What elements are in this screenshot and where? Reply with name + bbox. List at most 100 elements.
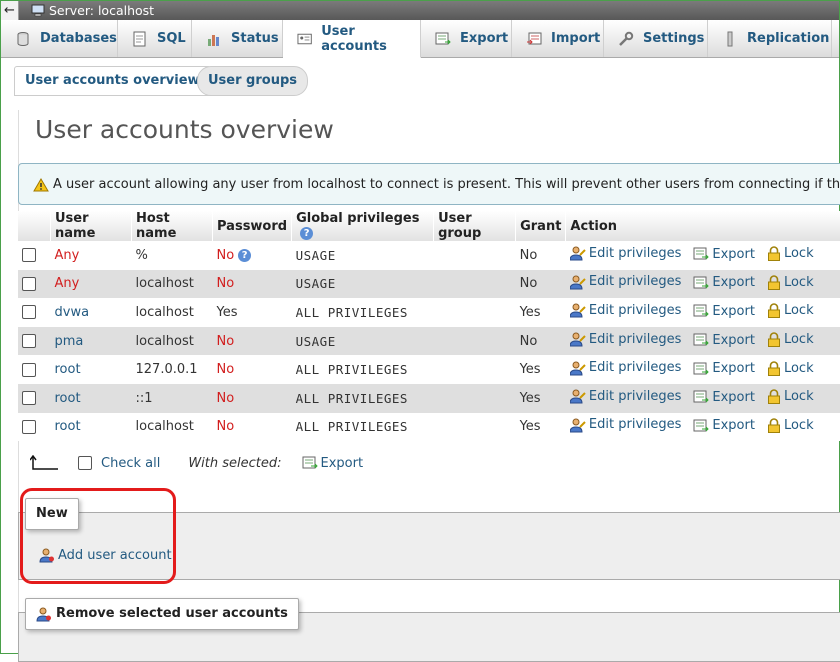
user-name-link[interactable]: Any [55, 276, 80, 291]
row-checkbox[interactable] [22, 391, 36, 406]
export-icon [693, 362, 710, 375]
export-user-link[interactable]: Export [693, 361, 755, 376]
check-all-checkbox[interactable] [78, 456, 92, 470]
edit-privileges-link[interactable]: Edit privileges [569, 417, 681, 433]
user-name-cell[interactable]: root [50, 412, 132, 442]
edit-privileges-label: Edit privileges [588, 245, 682, 261]
password-value: No [216, 419, 235, 435]
row-select-cell [18, 355, 51, 384]
table-row: root 127.0.0.1 No ALL PRIVILEGES Yes Edit pri… [18, 355, 840, 384]
lock-user-link[interactable]: Lock [767, 361, 814, 376]
user-name-cell[interactable]: root [50, 383, 132, 413]
header-global-privileges[interactable]: Global privileges? [291, 211, 435, 241]
export-label: Export [712, 418, 755, 434]
host-name-cell: % [131, 241, 213, 270]
tab-export[interactable]: Export [421, 20, 512, 57]
grant-cell: Yes [515, 355, 566, 384]
tab-databases[interactable]: Databases [1, 20, 118, 57]
lock-user-link[interactable]: Lock [767, 418, 814, 433]
lock-user-link[interactable]: Lock [767, 303, 814, 319]
sql-icon [133, 31, 146, 46]
user-name-cell[interactable]: pma [50, 326, 132, 356]
export-user-link[interactable]: Export [693, 275, 755, 290]
row-checkbox[interactable] [22, 305, 36, 320]
table-row: Any% No? USAGE No Edit privileges Export Lock [18, 241, 840, 270]
user-name-link[interactable]: Any [55, 248, 80, 263]
lock-user-link[interactable]: Lock [767, 389, 814, 405]
host-name-cell: localhost [131, 326, 213, 356]
lock-user-link[interactable]: Lock [767, 246, 814, 262]
export-icon [302, 456, 318, 469]
export-user-link[interactable]: Export [693, 418, 755, 433]
help-icon[interactable]: ? [300, 227, 314, 240]
user-name-cell[interactable]: dvwa [50, 298, 132, 327]
help-icon[interactable]: ? [238, 248, 252, 262]
row-checkbox[interactable] [22, 276, 36, 291]
tab-import-label: Import [551, 31, 601, 46]
table-row: root::1 No ALL PRIVILEGES Yes Edit privilege… [18, 383, 840, 413]
subtab-user-accounts-overview[interactable]: User accounts overview [14, 66, 211, 96]
tab-replication[interactable]: Replication [708, 20, 832, 57]
row-select-cell [18, 298, 51, 327]
with-selected-label: With selected: [188, 455, 282, 471]
tab-status-label: Status [231, 31, 279, 46]
user-name-link[interactable]: root [55, 362, 81, 377]
tab-user-accounts[interactable]: User accounts [283, 20, 421, 58]
password-cell: No [212, 412, 292, 442]
row-select-cell [18, 241, 51, 270]
database-icon [17, 31, 29, 46]
action-cell: Edit privileges Export Lock [565, 298, 840, 327]
export-icon [693, 419, 710, 432]
tab-settings[interactable]: Settings [604, 20, 708, 57]
tab-import[interactable]: Import [512, 20, 604, 57]
edit-privileges-link[interactable]: Edit privileges [569, 245, 682, 261]
export-icon [693, 333, 710, 346]
user-name-link[interactable]: dvwa [55, 305, 90, 320]
header-user-name[interactable]: User name [50, 211, 132, 241]
back-arrow-icon[interactable]: ← [1, 1, 19, 20]
edit-privileges-icon [569, 418, 586, 433]
tab-sql[interactable]: SQL [118, 20, 192, 57]
grant-cell: Yes [515, 298, 566, 327]
edit-privileges-link[interactable]: Edit privileges [569, 274, 681, 290]
check-all-link[interactable]: Check all [101, 456, 160, 471]
subtab-user-groups[interactable]: User groups [197, 66, 308, 96]
row-checkbox[interactable] [22, 334, 36, 349]
tab-replication-label: Replication [747, 31, 830, 46]
server-label[interactable]: Server: localhost [49, 3, 154, 18]
tab-status[interactable]: Status [192, 20, 283, 57]
header-grant[interactable]: Grant [515, 211, 567, 241]
table-row: dvwa localhost Yes ALL PRIVILEGES Yes Edit pr… [18, 298, 840, 327]
user-name-link[interactable]: root [55, 391, 81, 406]
host-name-cell: ::1 [131, 383, 213, 413]
row-checkbox[interactable] [22, 362, 36, 377]
edit-privileges-link[interactable]: Edit privileges [569, 360, 681, 376]
password-cell: No [212, 269, 292, 299]
export-user-link[interactable]: Export [693, 333, 755, 348]
header-password[interactable]: Password [212, 211, 293, 241]
header-host-name[interactable]: Host name [131, 211, 213, 241]
user-name-link[interactable]: pma [55, 334, 84, 349]
bulk-export-button[interactable]: Export [302, 456, 363, 471]
lock-user-link[interactable]: Lock [767, 332, 814, 348]
grant-cell: No [515, 326, 566, 356]
user-name-cell[interactable]: Any [50, 241, 132, 270]
row-checkbox[interactable] [22, 248, 36, 263]
edit-privileges-link[interactable]: Edit privileges [569, 302, 681, 318]
lock-label: Lock [783, 246, 814, 262]
user-name-link[interactable]: root [55, 419, 81, 434]
user-name-cell[interactable]: root [50, 355, 132, 384]
export-user-link[interactable]: Export [693, 304, 755, 319]
lock-user-link[interactable]: Lock [767, 275, 814, 290]
edit-privileges-link[interactable]: Edit privileges [569, 331, 681, 347]
grant-cell: Yes [515, 383, 566, 413]
export-user-link[interactable]: Export [693, 390, 755, 405]
user-group-cell [433, 326, 516, 356]
user-name-cell[interactable]: Any [50, 269, 132, 299]
host-name-cell: localhost [131, 298, 213, 327]
edit-privileges-link[interactable]: Edit privileges [569, 388, 681, 404]
row-checkbox[interactable] [22, 419, 36, 434]
header-user-group[interactable]: User group [433, 211, 517, 241]
password-value: No [216, 247, 235, 263]
export-user-link[interactable]: Export [693, 247, 755, 262]
